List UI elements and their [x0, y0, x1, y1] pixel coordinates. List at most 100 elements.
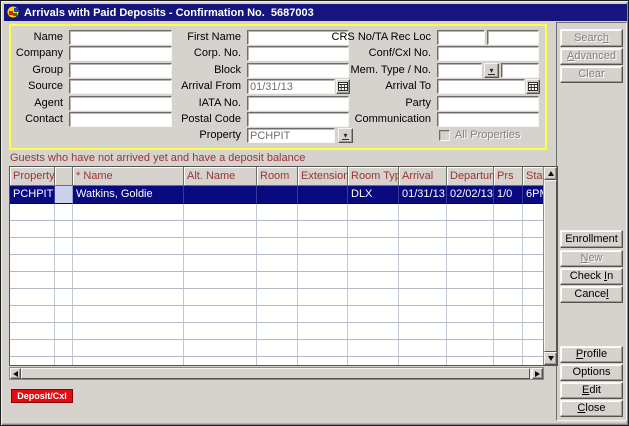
vertical-scroll-thumb[interactable] [544, 180, 557, 352]
all-properties-checkbox[interactable] [439, 130, 450, 141]
table-cell-empty [55, 238, 73, 255]
table-cell-empty [184, 221, 257, 238]
table-row-empty[interactable] [10, 204, 557, 221]
table-cell-empty [399, 340, 447, 357]
table-cell-empty [10, 238, 55, 255]
table-row-empty[interactable] [10, 323, 557, 340]
arrival-to-calendar-button[interactable] [526, 79, 540, 94]
table-row-empty[interactable] [10, 272, 557, 289]
column-header-room-type[interactable]: Room Type [348, 167, 399, 186]
cell-room [257, 186, 298, 204]
cell-extension [298, 186, 348, 204]
table-cell-empty [10, 255, 55, 272]
column-header-departure[interactable]: Departure [447, 167, 494, 186]
arrival-to-input[interactable] [437, 79, 525, 94]
column-header-extension[interactable]: Extension [298, 167, 348, 186]
table-cell-empty [73, 357, 184, 366]
title-bar[interactable]: Arrivals with Paid Deposits - Confirmati… [4, 4, 627, 21]
new-button[interactable]: New [560, 250, 623, 267]
table-cell-empty [298, 289, 348, 306]
table-row-selected[interactable]: PCHPIT Watkins, Goldie DLX 01/31/13 02/0… [10, 186, 557, 204]
table-row-empty[interactable] [10, 357, 557, 366]
column-header-indicator[interactable] [55, 167, 73, 186]
property-input[interactable] [247, 128, 335, 143]
options-button[interactable]: Options [560, 364, 623, 381]
communication-input[interactable] [437, 112, 539, 127]
table-cell-empty [184, 204, 257, 221]
cancel-button[interactable]: Cancel [560, 286, 623, 303]
table-cell-empty [184, 238, 257, 255]
mem-type-lov-button[interactable]: ▾ [484, 63, 499, 78]
arrow-up-icon [548, 171, 554, 176]
column-header-room[interactable]: Room [257, 167, 298, 186]
search-button[interactable]: Search [560, 29, 623, 47]
table-cell-empty [494, 306, 523, 323]
arrow-left-icon [13, 371, 18, 377]
conf-cxl-no-input[interactable] [437, 46, 539, 61]
table-row-empty[interactable] [10, 340, 557, 357]
mem-no-input[interactable] [501, 63, 539, 78]
conf-cxl-no-label: Conf/Cxl No. [311, 46, 435, 61]
table-cell-empty [73, 238, 184, 255]
property-label: Property [151, 128, 245, 143]
clear-button[interactable]: Clear [560, 66, 623, 83]
cell-departure: 02/02/13 [447, 186, 494, 204]
column-header-prs[interactable]: Prs [494, 167, 523, 186]
table-cell-empty [399, 238, 447, 255]
table-cell-empty [348, 204, 399, 221]
party-input[interactable] [437, 96, 539, 111]
calendar-icon [528, 82, 538, 91]
grid-header-row: Property * Name Alt. Name Room Extension… [10, 167, 557, 186]
column-header-alt-name[interactable]: Alt. Name [184, 167, 257, 186]
table-row-empty[interactable] [10, 238, 557, 255]
check-in-button[interactable]: Check In [560, 268, 623, 285]
scroll-left-button[interactable] [10, 368, 21, 379]
first-name-label: First Name [151, 30, 245, 45]
table-cell-empty [257, 340, 298, 357]
table-cell-empty [55, 340, 73, 357]
table-row-empty[interactable] [10, 289, 557, 306]
window-title: Arrivals with Paid Deposits - Confirmati… [24, 7, 314, 19]
all-properties-label: All Properties [455, 129, 520, 142]
column-header-name[interactable]: * Name [73, 167, 184, 186]
close-button[interactable]: Close [560, 400, 623, 417]
scroll-right-button[interactable] [532, 368, 543, 379]
deposit-cxl-button[interactable]: Deposit/Cxl [11, 389, 73, 403]
table-row-empty[interactable] [10, 255, 557, 272]
table-cell-empty [55, 255, 73, 272]
mem-type-input[interactable] [437, 63, 482, 78]
enrollment-button[interactable]: Enrollment [560, 230, 623, 248]
scroll-up-button[interactable] [544, 167, 557, 180]
profile-button[interactable]: Profile [560, 346, 623, 363]
company-label: Company [11, 46, 67, 61]
table-cell-empty [73, 221, 184, 238]
arrivals-with-paid-deposits-window: Arrivals with Paid Deposits - Confirmati… [0, 0, 629, 426]
group-label: Group [11, 63, 67, 78]
edit-button[interactable]: Edit [560, 382, 623, 399]
table-cell-empty [184, 306, 257, 323]
table-row-empty[interactable] [10, 306, 557, 323]
scroll-down-button[interactable] [544, 352, 557, 365]
table-cell-empty [348, 357, 399, 366]
ta-rec-loc-input[interactable] [487, 30, 539, 45]
advanced-button[interactable]: Advanced [560, 48, 623, 65]
vertical-scrollbar[interactable] [543, 167, 557, 365]
table-row-empty[interactable] [10, 221, 557, 238]
table-cell-empty [298, 357, 348, 366]
party-label: Party [311, 96, 435, 111]
property-lov-button[interactable]: ▾ [338, 128, 353, 143]
block-label: Block [151, 63, 245, 78]
column-header-arrival[interactable]: Arrival [399, 167, 447, 186]
crs-no-input[interactable] [437, 30, 485, 45]
column-header-property[interactable]: Property [10, 167, 55, 186]
table-cell-empty [494, 357, 523, 366]
table-cell-empty [399, 289, 447, 306]
table-cell-empty [184, 323, 257, 340]
table-cell-empty [257, 238, 298, 255]
agent-label: Agent [11, 96, 67, 111]
horizontal-scroll-thumb[interactable] [21, 368, 530, 379]
table-cell-empty [348, 238, 399, 255]
horizontal-scrollbar[interactable] [9, 367, 544, 380]
table-cell-empty [10, 272, 55, 289]
cell-property: PCHPIT [10, 186, 55, 204]
